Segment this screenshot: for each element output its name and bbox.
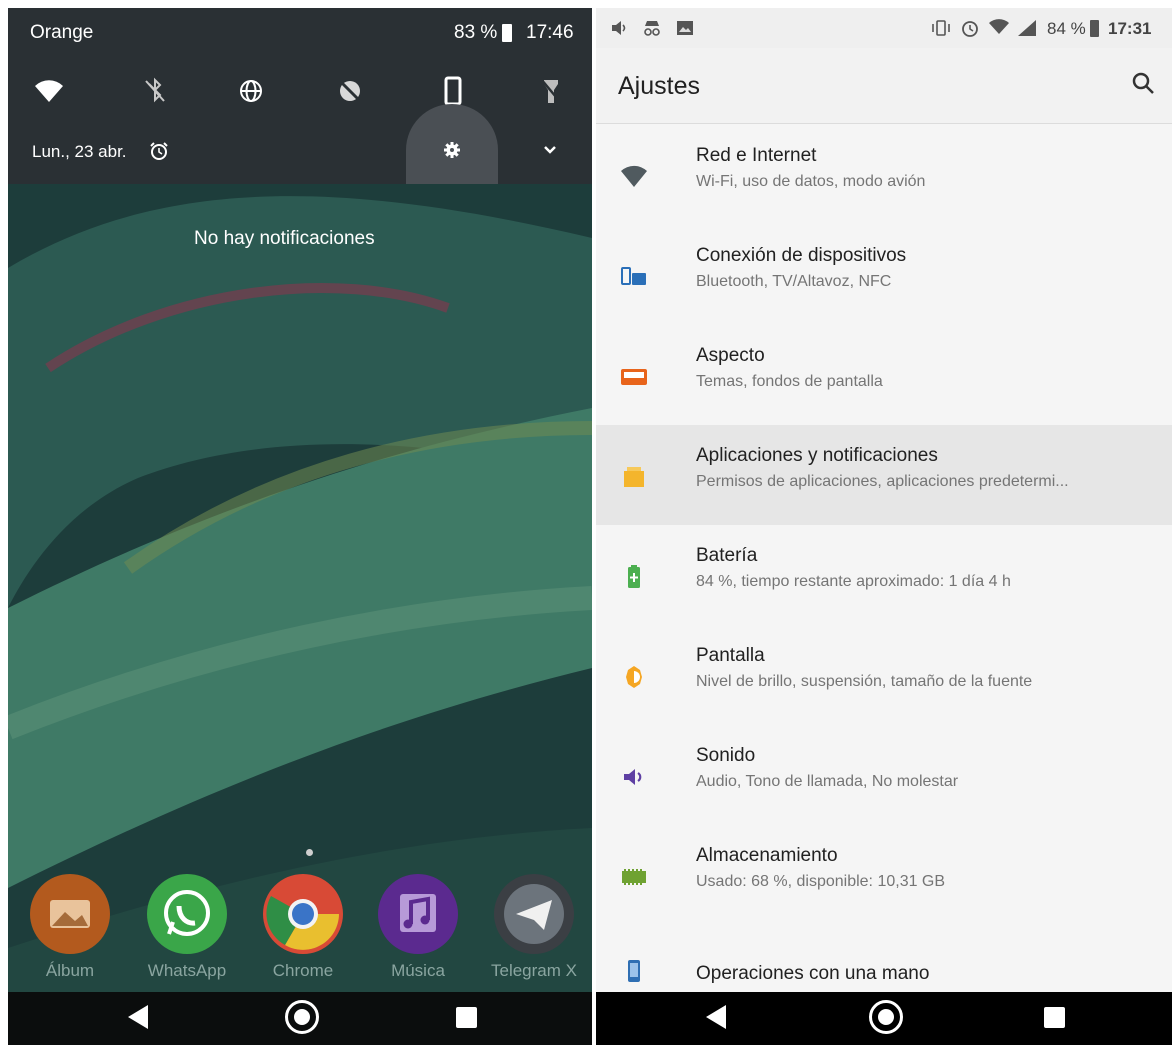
app-bar: Ajustes <box>596 48 1172 124</box>
brightness-icon <box>626 666 642 688</box>
settings-item-subtitle: Bluetooth, TV/Altavoz, NFC <box>696 273 892 290</box>
whatsapp-icon <box>164 890 210 936</box>
settings-item-title: Aspecto <box>696 345 765 366</box>
album-app-icon[interactable] <box>30 874 110 954</box>
recents-button[interactable] <box>456 1007 477 1028</box>
settings-item-red-internet[interactable]: Red e Internet Wi-Fi, uso de datos, modo… <box>596 125 1172 225</box>
devices-icon <box>621 267 646 285</box>
settings-item-almacenamiento[interactable]: Almacenamiento Usado: 68 %, disponible: … <box>596 825 1172 925</box>
left-phone-screen: Orange 83 % 17:46 Lun., 23 abr. No hay n… <box>8 8 592 1045</box>
battery-icon <box>502 24 512 42</box>
back-button[interactable] <box>128 1005 148 1029</box>
sound-icon <box>624 769 642 785</box>
apps-icon <box>624 467 644 487</box>
wifi-icon[interactable] <box>32 74 66 108</box>
whatsapp-app-icon[interactable] <box>147 874 227 954</box>
chrome-icon <box>266 896 339 950</box>
chevron-down-icon[interactable] <box>542 144 558 156</box>
carrier-name: Orange <box>30 22 94 43</box>
wifi-icon <box>989 19 1009 34</box>
one-hand-icon <box>628 960 640 982</box>
settings-item-subtitle: Wi-Fi, uso de datos, modo avión <box>696 173 926 190</box>
vibrate-icon <box>932 20 950 36</box>
home-button[interactable] <box>285 1000 319 1034</box>
settings-item-title: Batería <box>696 545 758 566</box>
telegram-app-icon[interactable] <box>494 874 574 954</box>
battery-percentage: 84 % <box>1047 19 1086 38</box>
settings-item-bateria[interactable]: Batería 84 %, tiempo restante aproximado… <box>596 525 1172 625</box>
settings-item-title: Sonido <box>696 745 756 766</box>
page-title: Ajustes <box>618 72 700 100</box>
home-button[interactable] <box>869 1000 903 1034</box>
back-button[interactable] <box>706 1005 726 1029</box>
chrome-app-icon[interactable] <box>263 874 343 954</box>
settings-item-aspecto[interactable]: Aspecto Temas, fondos de pantalla <box>596 325 1172 425</box>
music-icon <box>400 894 436 932</box>
settings-item-title: Conexión de dispositivos <box>696 245 907 266</box>
settings-item-subtitle: Permisos de aplicaciones, aplicaciones p… <box>696 473 1069 490</box>
navigation-bar <box>8 992 592 1045</box>
music-app-icon[interactable] <box>378 874 458 954</box>
battery-icon <box>628 565 640 588</box>
alarm-icon <box>150 142 168 160</box>
incognito-icon <box>644 21 660 36</box>
settings-item-subtitle: Audio, Tono de llamada, No molestar <box>696 773 959 790</box>
settings-item-subtitle: Usado: 68 %, disponible: 10,31 GB <box>696 873 946 890</box>
settings-item-title: Operaciones con una mano <box>696 963 930 984</box>
dock-label-album: Álbum <box>45 961 95 980</box>
dock-label-whatsapp: WhatsApp <box>147 961 227 980</box>
recents-button[interactable] <box>1044 1007 1065 1028</box>
wifi-icon <box>621 165 647 187</box>
album-icon <box>50 900 90 928</box>
volume-icon <box>612 21 626 35</box>
image-icon <box>677 21 693 35</box>
settings-item-title: Almacenamiento <box>696 845 838 866</box>
dock-label-telegram: Telegram X <box>491 961 577 980</box>
flashlight-off-icon[interactable] <box>534 74 568 108</box>
settings-item-subtitle: Nivel de brillo, suspensión, tamaño de l… <box>696 673 1033 690</box>
navigation-bar <box>596 992 1172 1045</box>
date-label: Lun., 23 abr. <box>32 142 127 161</box>
globe-icon[interactable] <box>234 74 268 108</box>
settings-item-conexion[interactable]: Conexión de dispositivos Bluetooth, TV/A… <box>596 225 1172 325</box>
bluetooth-off-icon[interactable] <box>138 74 172 108</box>
settings-item-title: Pantalla <box>696 645 765 666</box>
settings-item-aplicaciones[interactable]: Aplicaciones y notificaciones Permisos d… <box>596 425 1172 525</box>
settings-item-subtitle: 84 %, tiempo restante aproximado: 1 día … <box>696 573 1011 590</box>
page-indicator <box>306 849 313 856</box>
signal-icon <box>1018 20 1036 36</box>
right-phone-screen: 84 % 17:31 Ajustes Red e Internet Wi-Fi,… <box>596 8 1172 1045</box>
telegram-icon <box>504 884 564 944</box>
alarm-icon <box>962 21 978 37</box>
battery-icon <box>1090 20 1099 37</box>
settings-item-sonido[interactable]: Sonido Audio, Tono de llamada, No molest… <box>596 725 1172 825</box>
sync-off-icon[interactable] <box>333 74 367 108</box>
dock-label-music: Música <box>391 961 445 980</box>
battery-percentage: 83 % <box>454 22 498 43</box>
settings-item-title: Red e Internet <box>696 145 817 166</box>
dock-label-chrome: Chrome <box>272 961 334 980</box>
rotation-icon[interactable] <box>436 74 470 108</box>
no-notifications-text: No hay notificaciones <box>194 228 375 249</box>
theme-icon <box>621 369 647 385</box>
settings-item-pantalla[interactable]: Pantalla Nivel de brillo, suspensión, ta… <box>596 625 1172 725</box>
status-bar: 84 % 17:31 <box>596 8 1172 48</box>
status-time: 17:46 <box>526 22 574 43</box>
settings-item-title: Aplicaciones y notificaciones <box>696 445 938 466</box>
search-icon[interactable] <box>1131 71 1155 95</box>
settings-item-subtitle: Temas, fondos de pantalla <box>696 373 883 390</box>
storage-icon <box>622 869 646 885</box>
gear-icon[interactable] <box>443 141 461 159</box>
status-time: 17:31 <box>1108 19 1152 38</box>
